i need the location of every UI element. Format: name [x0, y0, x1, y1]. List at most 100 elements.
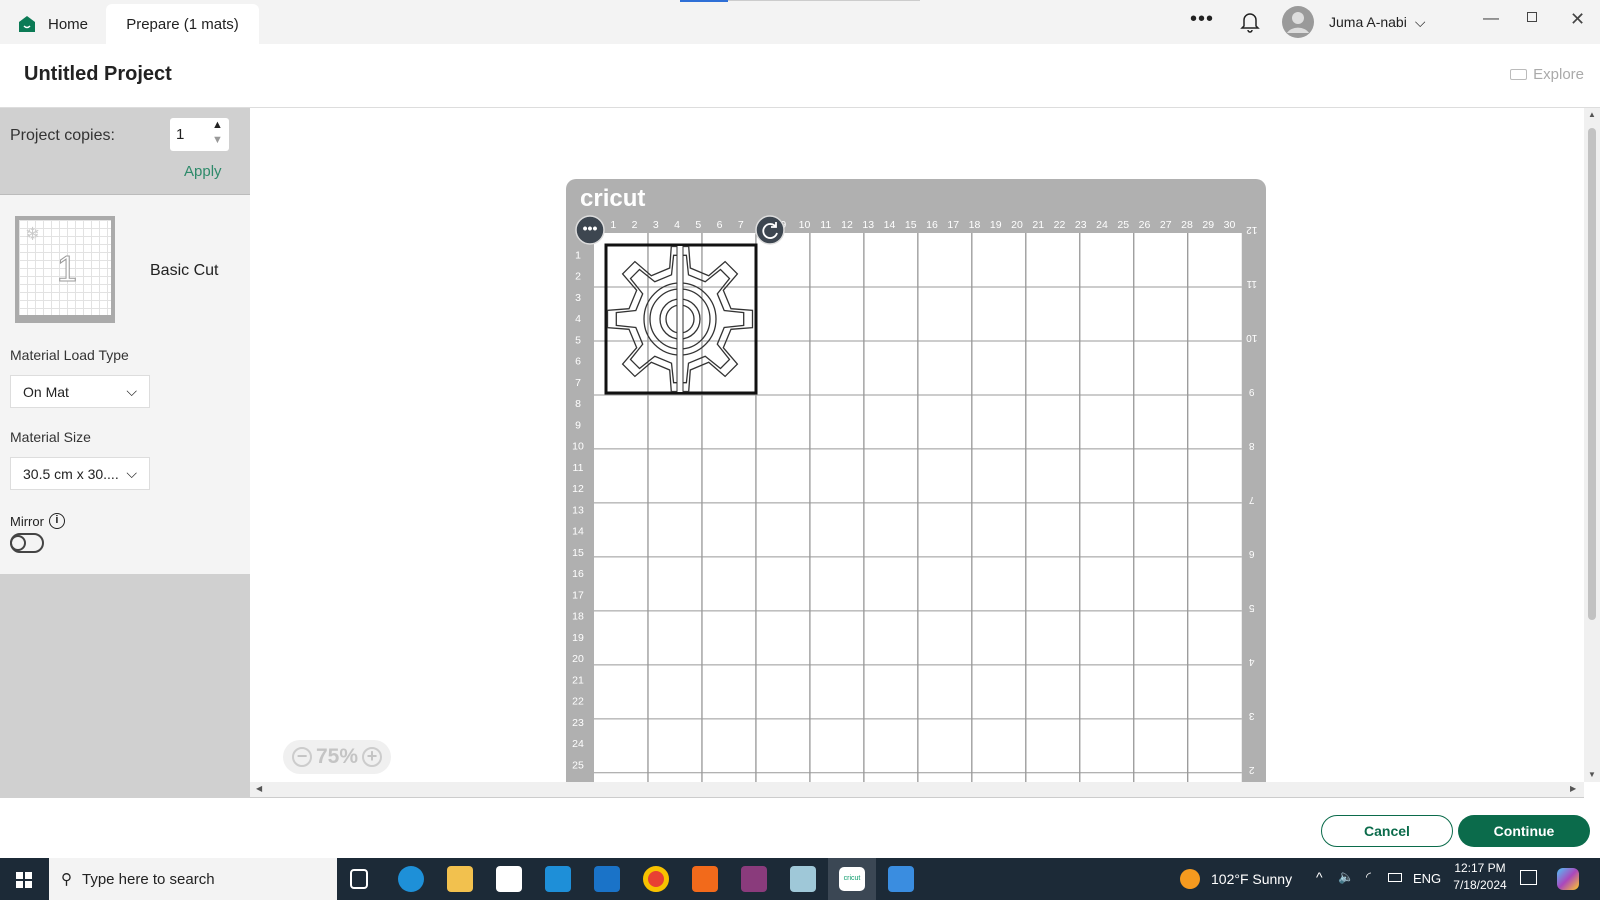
ruler-tick-label: 24	[1096, 219, 1108, 231]
rotate-handle-button[interactable]	[755, 215, 785, 245]
bell-icon[interactable]	[1240, 11, 1260, 33]
store-icon[interactable]	[496, 866, 522, 892]
minimize-button[interactable]: —	[1483, 10, 1499, 28]
clock[interactable]: 12:17 PM 7/18/2024	[1448, 861, 1512, 892]
decrement-arrow-icon[interactable]: ▼	[212, 134, 223, 146]
mail-icon[interactable]	[545, 866, 571, 892]
zoom-out-button[interactable]: −	[291, 747, 312, 767]
ruler-tick-label: 2	[575, 271, 581, 283]
ruler-tick-label: 26	[1139, 219, 1151, 231]
more-dots-icon: •••	[583, 220, 598, 236]
copilot-icon[interactable]	[1557, 868, 1579, 890]
time: 12:17 PM	[1454, 861, 1506, 875]
notepad-icon[interactable]	[790, 866, 816, 892]
winrar-icon[interactable]	[741, 866, 767, 892]
cancel-button[interactable]: Cancel	[1321, 815, 1453, 847]
close-button[interactable]: ✕	[1570, 9, 1585, 30]
file-explorer-icon[interactable]	[447, 866, 473, 892]
footer: Cancel Continue	[0, 798, 1600, 858]
explore-button[interactable]: Explore	[1510, 66, 1584, 83]
ruler-inch-label: 4	[1249, 656, 1255, 667]
scroll-down-icon[interactable]: ▼	[1588, 770, 1596, 779]
ruler-inch-label: 3	[1249, 710, 1255, 721]
language-indicator[interactable]: ENG	[1413, 871, 1441, 886]
ruler-tick-label: 1	[610, 219, 616, 231]
horizontal-scrollbar[interactable]: ◀ ▶	[250, 782, 1584, 798]
tab-home[interactable]: Home	[18, 4, 88, 44]
ruler-tick-label: 29	[1202, 219, 1214, 231]
zoom-in-button[interactable]: +	[362, 747, 383, 767]
windows-start-icon[interactable]	[16, 872, 32, 888]
ruler-inch-label: 6	[1249, 548, 1255, 559]
ruler-tick-label: 23	[572, 717, 584, 729]
weather-text[interactable]: 102°F Sunny	[1211, 871, 1292, 887]
mirror-toggle[interactable]	[10, 533, 44, 553]
ruler-tick-label: 25	[1117, 219, 1129, 231]
ruler-tick-label: 12	[572, 483, 584, 495]
scroll-right-icon[interactable]: ▶	[1570, 784, 1576, 793]
ruler-tick-label: 20	[1011, 219, 1023, 231]
ruler-tick-label: 10	[572, 441, 584, 453]
material-size-select[interactable]: 30.5 cm x 30.... ⌵	[10, 457, 150, 490]
ruler-tick-label: 15	[905, 219, 917, 231]
mirror-label: Mirror	[10, 513, 44, 529]
home-icon	[19, 16, 35, 32]
ruler-tick-label: 21	[1032, 219, 1044, 231]
cricut-icon: cricut	[839, 867, 865, 891]
continue-button[interactable]: Continue	[1458, 815, 1590, 847]
ruler-tick-label: 16	[572, 568, 584, 580]
increment-arrow-icon[interactable]: ▲	[212, 119, 223, 131]
vertical-scroll-thumb[interactable]	[1588, 128, 1596, 620]
cricut-taskbar-button[interactable]: cricut	[828, 858, 876, 900]
load-type-select[interactable]: On Mat ⌵	[10, 375, 150, 408]
scroll-left-icon[interactable]: ◀	[256, 784, 262, 793]
info-icon[interactable]: i	[48, 513, 65, 529]
notifications-icon[interactable]	[1520, 870, 1537, 885]
user-name: Juma A-nabi	[1329, 14, 1407, 30]
edge-icon[interactable]	[398, 866, 424, 892]
copies-value: 1	[176, 126, 185, 143]
ruler-tick-label: 14	[884, 219, 896, 231]
ruler-tick-label: 5	[695, 219, 701, 231]
ruler-tick-label: 27	[1160, 219, 1172, 231]
restore-button[interactable]	[1527, 12, 1537, 22]
more-options-icon[interactable]: •••	[1190, 8, 1214, 31]
ruler-inch-label: 2	[1249, 764, 1255, 775]
scroll-up-icon[interactable]: ▲	[1588, 110, 1596, 119]
apply-button[interactable]: Apply	[184, 163, 222, 180]
ruler-tick-label: 25	[572, 759, 584, 771]
tab-prepare[interactable]: Prepare (1 mats)	[106, 4, 259, 44]
chevron-up-icon[interactable]: ^	[1316, 869, 1323, 885]
ruler-tick-label: 22	[1054, 219, 1066, 231]
ruler-tick-label: 12	[841, 219, 853, 231]
ruler-tick-label: 30	[1224, 219, 1236, 231]
mat-settings-panel: ❄ 1 Basic Cut Material Load Type On Mat ⌵…	[0, 195, 250, 574]
vscode-icon[interactable]	[594, 866, 620, 892]
photos-icon[interactable]	[888, 866, 914, 892]
avatar[interactable]	[1282, 6, 1314, 38]
ruler-tick-label: 4	[674, 219, 680, 231]
copies-label: Project copies:	[10, 127, 115, 144]
ruler-tick-label: 9	[575, 419, 581, 431]
ruler-tick-label: 20	[572, 653, 584, 665]
user-menu[interactable]: Juma A-nabi ⌵	[1329, 14, 1425, 31]
battery-icon[interactable]	[1388, 873, 1402, 882]
taskbar-search[interactable]: ⚲ Type here to search	[49, 858, 337, 900]
wifi-icon[interactable]: ◜	[1366, 869, 1371, 885]
app-f-icon[interactable]	[692, 866, 718, 892]
ruler-tick-label: 3	[575, 292, 581, 304]
tab-label: Home	[48, 15, 89, 33]
page-title: Untitled Project	[24, 63, 172, 85]
zoom-control: − 75% +	[283, 740, 391, 774]
ruler-tick-label: 10	[799, 219, 811, 231]
mat-thumbnail[interactable]: ❄ 1	[15, 216, 115, 323]
ruler-tick-label: 5	[575, 334, 581, 346]
ruler-tick-label: 13	[862, 219, 874, 231]
ruler-tick-label: 15	[572, 547, 584, 559]
ruler-tick-label: 13	[572, 504, 584, 516]
chrome-icon[interactable]	[643, 866, 669, 892]
volume-icon[interactable]: 🔈	[1338, 869, 1354, 885]
task-view-icon[interactable]	[350, 869, 368, 889]
mat-canvas[interactable]: cricut1234567891011121314151617181920212…	[250, 108, 1584, 782]
copies-stepper[interactable]: 1 ▲ ▼	[170, 118, 229, 151]
